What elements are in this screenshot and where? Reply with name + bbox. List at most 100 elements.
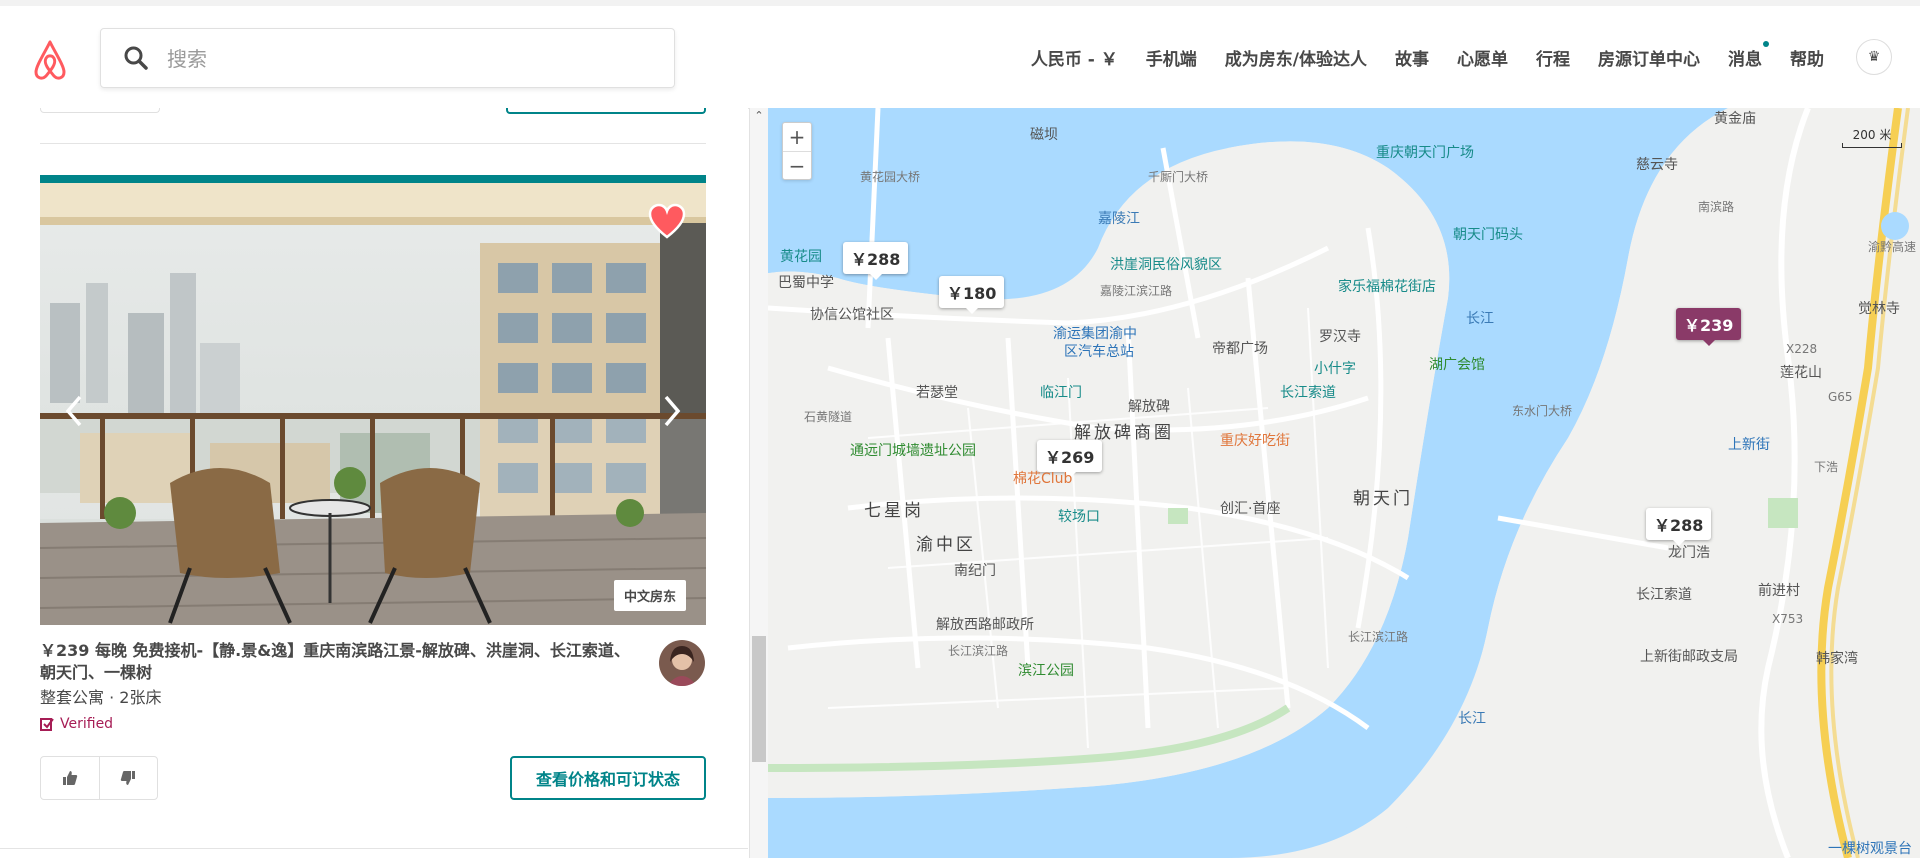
airbnb-logo-icon[interactable] [30,38,70,82]
prev-photo-arrow-icon[interactable] [62,393,86,429]
map-label: 渝运集团渝中 [1053,326,1137,342]
price-pin[interactable]: ￥288 [843,242,909,280]
map-label: 南纪门 [954,563,996,579]
thumbs-up-icon [62,771,77,785]
nav-become-host[interactable]: 成为房东/体验达人 [1211,45,1381,70]
map-label: 磁坝 [1030,127,1058,143]
price-pin[interactable]: ￥288 [1646,508,1712,546]
nav-messages[interactable]: 消息 [1714,40,1776,70]
previous-thumbs-edge [40,108,160,113]
host-avatar[interactable] [659,640,705,686]
previous-card-edge [40,108,706,114]
map-label: 千厮门大桥 [1148,170,1209,184]
map-label: 长江索道 [1280,385,1336,401]
price-pin[interactable]: ￥180 [939,276,1005,314]
zoom-in-button[interactable]: + [783,123,811,151]
map-label: 滨江公园 [1018,663,1074,679]
nav-messages-label: 消息 [1728,49,1762,70]
map-label: 长江索道 [1636,587,1692,603]
user-avatar[interactable]: ♛ [1856,39,1892,75]
map-label: 渝黔高速 [1868,240,1917,254]
map-label: G65 [1828,390,1853,404]
card-divider [40,143,706,144]
map-label: 觉林寺 [1858,301,1900,317]
map-label: 小什字 [1314,361,1356,377]
nav-stories[interactable]: 故事 [1381,45,1443,70]
map-label: 朝天门码头 [1453,227,1523,243]
map-label: 慈云寺 [1636,157,1678,173]
map-label: 棉花Club [1013,471,1073,487]
map-label: 上新街 [1728,437,1770,453]
map-label: 上新街邮政支局 [1640,649,1738,665]
map-label: 较场口 [1058,509,1100,525]
map-label: 临江门 [1040,385,1082,401]
nav-help[interactable]: 帮助 [1776,45,1838,70]
scroll-up-icon[interactable]: ⌃ [753,110,765,122]
map-label: 一棵树观景台 [1828,841,1912,857]
map-label: 解放碑 [1128,399,1170,415]
search-box[interactable] [100,28,675,88]
search-input[interactable] [165,41,649,77]
zoom-out-button[interactable]: − [783,151,811,180]
map-label: 七星岗 [864,501,924,521]
map-label: 莲花山 [1780,365,1822,381]
map-scale-bar [1842,143,1902,148]
feedback-buttons [40,756,158,800]
map-label: 解放西路邮政所 [936,617,1034,633]
map-label: 韩家湾 [1816,651,1858,667]
next-photo-arrow-icon[interactable] [660,393,684,429]
listing-photo[interactable]: 中文房东 [40,175,706,625]
map-label: X753 [1772,612,1804,626]
map-label: 石黄隧道 [804,410,853,424]
listing-scrollbar[interactable]: ⌃ [749,108,768,858]
chinese-host-badge: 中文房东 [613,580,686,611]
map-label: 湖广会馆 [1429,357,1485,373]
wishlist-heart-icon[interactable] [648,203,686,239]
map-panel[interactable]: + − 200 米 ￥288 ￥180 ￥269 ￥239 ￥288 磁坝 黄花… [768,108,1920,858]
nav-currency[interactable]: 人民币 - ￥ [1017,45,1132,70]
listing-subtitle: 整套公寓 · 2张床 [40,688,162,707]
map-label: 重庆好吃街 [1220,433,1290,449]
map-label: 长江 [1466,311,1494,327]
price-pin-selected[interactable]: ￥239 [1676,308,1742,346]
check-availability-button[interactable]: 查看价格和可订状态 [510,756,706,800]
balcony-photo [40,183,706,625]
map-label: 创汇·首座 [1220,501,1281,517]
map-label: 重庆朝天门广场 [1376,145,1474,161]
map-label: 龙门浩 [1668,545,1710,561]
nav-mobile[interactable]: 手机端 [1132,45,1211,70]
map-label: 解放碑商圈 [1074,423,1174,443]
thumbs-down-icon [121,771,136,785]
host-avatar-image [659,640,705,686]
map-label: 嘉陵江 [1098,211,1140,227]
map-label: 长江 [1458,711,1486,727]
thumbs-up-button[interactable] [41,757,99,799]
map-label: 若瑟堂 [916,385,958,401]
map-label: 长江滨江路 [948,644,1009,658]
search-icon [124,46,148,70]
site-header: 人民币 - ￥ 手机端 成为房东/体验达人 故事 心愿单 行程 房源订单中心 消… [0,6,1920,109]
map-label: 黄花园 [780,249,822,265]
map-label: 家乐福棉花街店 [1338,279,1436,295]
map-label: 黄金庙 [1714,111,1756,127]
verified-badge: Verified [40,716,113,732]
map-label: 下浩 [1814,460,1839,474]
map-canvas[interactable] [768,108,1920,858]
map-label: 长江滨江路 [1348,630,1409,644]
listing-title[interactable]: ￥239 每晚 免费接机-【静.景&逸】重庆南滨路江景-解放碑、洪崖洞、长江索道… [40,640,640,684]
thumbs-down-button[interactable] [98,757,158,799]
map-scale-label: 200 米 [1852,128,1892,142]
map-label: 黄花园大桥 [860,170,921,184]
scrollbar-thumb[interactable] [752,636,766,762]
map-label: 洪崖洞民俗风貌区 [1110,257,1222,273]
nav-trips[interactable]: 行程 [1522,45,1584,70]
map-label: 渝中区 [916,535,976,555]
map-label: 嘉陵江滨江路 [1100,284,1173,298]
verified-icon [40,718,54,731]
map-label: 朝天门 [1353,489,1413,509]
unread-dot [1763,40,1769,47]
nav-listing-orders[interactable]: 房源订单中心 [1584,45,1714,70]
nav-wishlist[interactable]: 心愿单 [1443,45,1522,70]
map-label: 罗汉寺 [1319,329,1361,345]
map-label: X228 [1786,342,1818,356]
